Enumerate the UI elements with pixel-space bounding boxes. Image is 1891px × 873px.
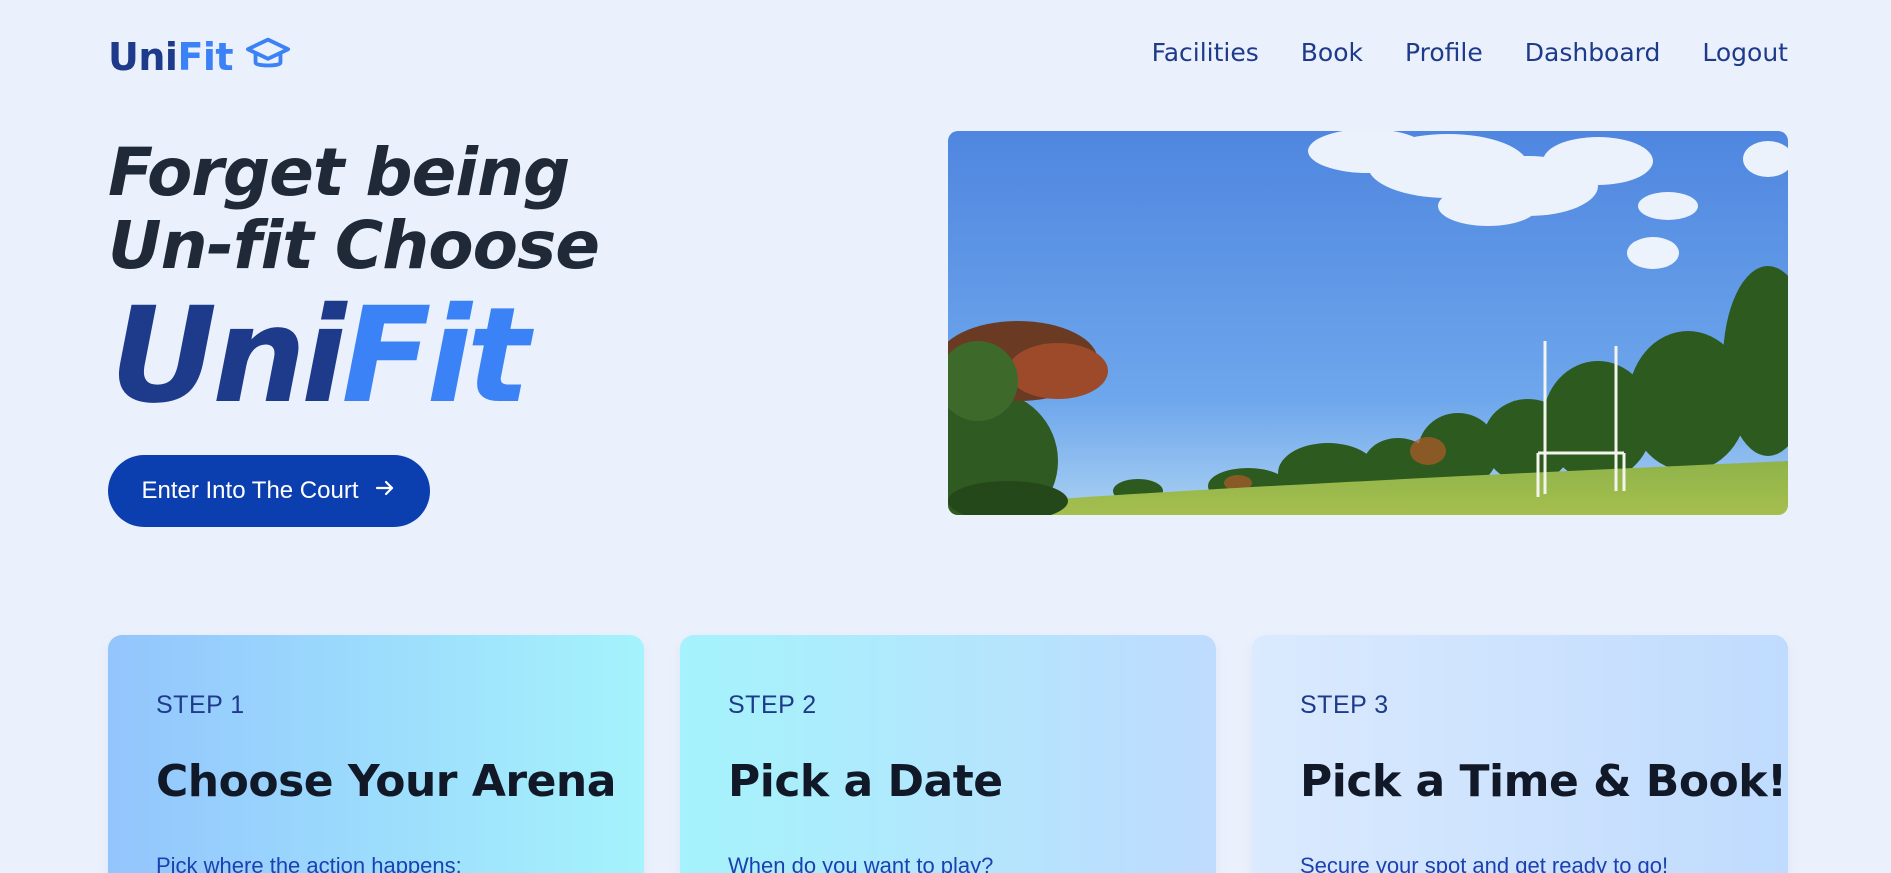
nav-logout[interactable]: Logout: [1702, 38, 1788, 67]
step-label: STEP 3: [1300, 691, 1389, 719]
step-description: Secure your spot and get ready to go!: [1300, 853, 1669, 873]
step-description: Pick where the action happens:: [156, 853, 462, 873]
brand-logo[interactable]: UniFit: [108, 30, 291, 83]
landing-page: UniFit Facilities Book Profile Dashboard…: [0, 0, 1891, 873]
hero-brand-wordmark: UniFit: [110, 279, 530, 433]
main-nav: Facilities Book Profile Dashboard Logout: [1152, 38, 1788, 67]
enter-court-button[interactable]: Enter Into The Court: [108, 455, 430, 527]
arrow-right-icon: [373, 476, 397, 507]
nav-dashboard[interactable]: Dashboard: [1525, 38, 1661, 67]
step-label: STEP 2: [728, 691, 817, 719]
step-description: When do you want to play?: [728, 853, 994, 873]
step-title: Pick a Time & Book!: [1300, 756, 1787, 807]
enter-court-label: Enter Into The Court: [141, 477, 359, 504]
step-label: STEP 1: [156, 691, 245, 719]
nav-book[interactable]: Book: [1301, 38, 1363, 67]
nav-facilities[interactable]: Facilities: [1152, 38, 1259, 67]
hero-field-photo: [948, 131, 1788, 515]
step-card-3: STEP 3 Pick a Time & Book! Secure your s…: [1252, 635, 1788, 873]
nav-profile[interactable]: Profile: [1405, 38, 1483, 67]
step-card-1: STEP 1 Choose Your Arena Pick where the …: [108, 635, 644, 873]
hero-headline-line-2: Un-fit Choose: [108, 207, 600, 284]
step-title: Pick a Date: [728, 756, 1003, 807]
step-title: Choose Your Arena: [156, 756, 616, 807]
graduation-cap-icon: [245, 30, 291, 83]
step-card-2: STEP 2 Pick a Date When do you want to p…: [680, 635, 1216, 873]
logo-text: UniFit: [108, 34, 234, 79]
hero-headline-line-1: Forget being: [108, 134, 570, 211]
